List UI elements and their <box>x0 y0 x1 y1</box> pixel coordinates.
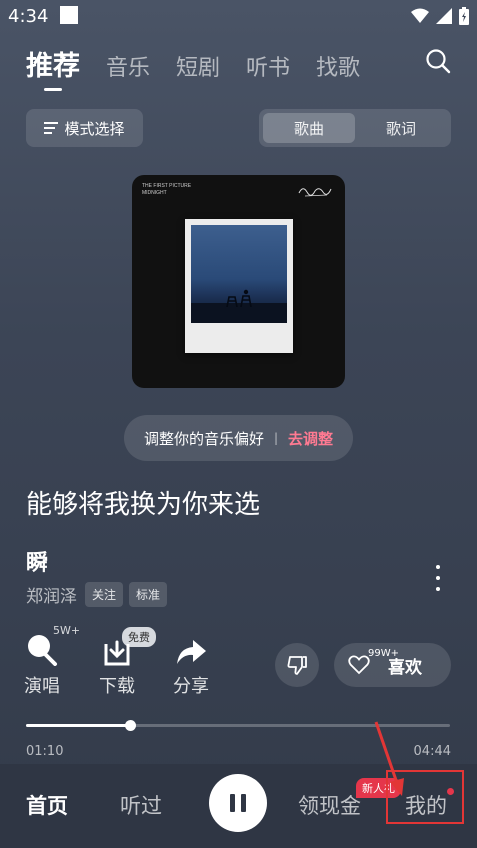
artist-name[interactable]: 郑润泽 <box>26 582 77 607</box>
adjust-separator: | <box>273 431 279 445</box>
download-label: 下载 <box>99 676 135 697</box>
top-nav: 推荐 音乐 短剧 听书 找歌 <box>26 44 386 91</box>
quality-tag[interactable]: 标准 <box>129 582 168 607</box>
artist-row: 郑润泽 关注 标准 <box>26 582 173 607</box>
heart-icon <box>348 655 370 675</box>
share-label: 分享 <box>173 676 209 697</box>
nav-history[interactable]: 听过 <box>120 790 162 820</box>
pause-button[interactable] <box>209 774 267 832</box>
segment-lyrics[interactable]: 歌词 <box>355 113 447 143</box>
more-options-button[interactable] <box>433 565 443 591</box>
progress-knob[interactable] <box>125 720 137 731</box>
status-icons <box>411 7 469 25</box>
progress-fill <box>26 724 131 727</box>
search-icon[interactable] <box>425 48 451 74</box>
tab-music[interactable]: 音乐 <box>106 50 150 82</box>
download-button[interactable]: 下载 <box>87 632 147 698</box>
polaroid-photo <box>185 219 293 353</box>
total-time: 04:44 <box>413 744 451 759</box>
photo-scene <box>191 225 287 323</box>
mode-select-button[interactable]: 模式选择 <box>26 109 143 147</box>
album-meta-line2: MIDNIGHT <box>142 190 167 196</box>
tab-find-song[interactable]: 找歌 <box>316 50 360 82</box>
signature-logo <box>298 188 332 197</box>
sing-label: 演唱 <box>24 676 60 697</box>
tab-recommend[interactable]: 推荐 <box>26 44 80 91</box>
share-button[interactable]: 分享 <box>161 632 221 698</box>
current-time: 01:10 <box>26 744 64 759</box>
album-meta: THE FIRST PICTURE MIDNIGHT <box>142 183 191 197</box>
signal-icon <box>436 8 452 24</box>
annotation-arrow <box>374 721 404 796</box>
microphone-icon <box>28 635 57 666</box>
share-icon <box>177 640 206 664</box>
like-count: 99W+ <box>368 648 399 659</box>
status-bar: 4:34 <box>0 0 477 32</box>
pause-icon <box>230 794 235 812</box>
thumbs-down-icon <box>287 656 307 675</box>
adjust-preference-pill[interactable]: 调整你的音乐偏好 | 去调整 <box>124 415 353 461</box>
song-title[interactable]: 瞬 <box>26 545 48 577</box>
tab-audiobook[interactable]: 听书 <box>246 50 290 82</box>
nav-cash[interactable]: 领现金 <box>298 790 361 820</box>
mode-select-label: 模式选择 <box>64 119 125 138</box>
nav-home[interactable]: 首页 <box>26 790 68 820</box>
sing-button[interactable]: 演唱 <box>12 632 72 698</box>
download-icon <box>104 640 130 666</box>
wifi-icon <box>411 8 429 23</box>
tab-recommend-label: 推荐 <box>26 51 80 82</box>
adjust-text: 调整你的音乐偏好 <box>143 429 264 448</box>
dislike-button[interactable] <box>275 643 319 687</box>
segment-song[interactable]: 歌曲 <box>263 113 355 143</box>
current-lyric: 能够将我换为你来选 <box>26 490 261 520</box>
view-segmented-control: 歌曲 歌词 <box>259 109 451 147</box>
tab-short-drama[interactable]: 短剧 <box>176 50 220 82</box>
list-icon <box>44 122 59 134</box>
like-button[interactable]: 99W+ 喜欢 <box>334 643 451 687</box>
notification-icon <box>60 6 78 24</box>
album-cover[interactable]: THE FIRST PICTURE MIDNIGHT <box>132 175 345 388</box>
follow-tag[interactable]: 关注 <box>85 582 124 607</box>
album-meta-line1: THE FIRST PICTURE <box>142 183 192 189</box>
chairs-silhouette <box>226 289 252 307</box>
active-tab-indicator <box>44 88 62 91</box>
battery-icon <box>459 7 469 25</box>
status-time: 4:34 <box>8 6 49 27</box>
adjust-link[interactable]: 去调整 <box>288 428 333 449</box>
